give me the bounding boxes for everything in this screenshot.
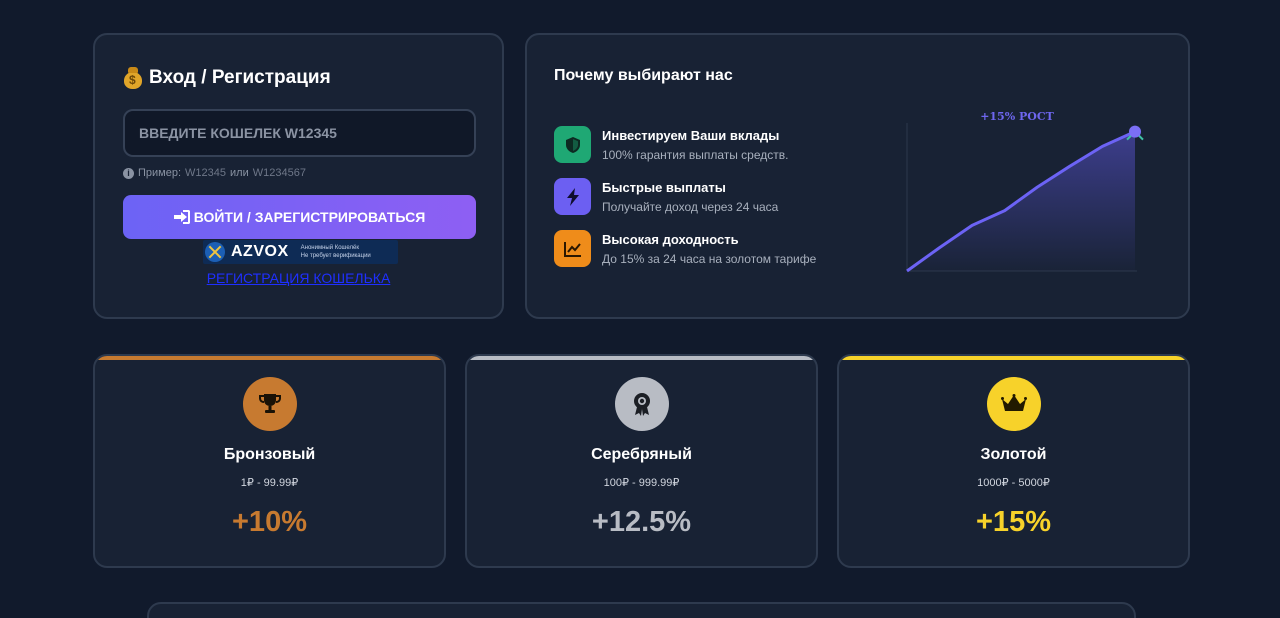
feature-description: До 15% за 24 часа на золотом тарифе [602,252,817,266]
login-card: Вход / Регистрация i Пример: W12345 или … [93,33,504,319]
feature-item: Инвестируем Ваши вклады 100% гарантия вы… [554,126,788,163]
feature-icon-box [554,126,591,163]
feature-description: 100% гарантия выплаты средств. [602,148,789,162]
growth-chart: +15% РОСТ [897,103,1157,283]
tariff-rate: +15% [976,506,1051,538]
feature-item: Высокая доходность До 15% за 24 часа на … [554,230,816,267]
feature-item: Быстрые выплаты Получайте доход через 24… [554,178,778,215]
why-us-title: Почему выбирают нас [554,67,733,84]
input-hint: i Пример: W12345 или W1234567 [123,167,306,179]
tariff-range: 1000₽ - 5000₽ [977,477,1050,489]
login-title: Вход / Регистрация [123,67,331,89]
hint-example-1: W12345 [185,167,227,179]
tariff-accent-bar [95,356,444,360]
chart-label: +15% РОСТ [980,110,1054,123]
feature-title: Инвестируем Ваши вклады [602,128,780,143]
crown-icon [1000,394,1027,411]
tariff-range: 100₽ - 999.99₽ [603,477,680,489]
feature-title: Быстрые выплаты [602,180,726,195]
azvox-banner[interactable]: AZVOX Анонимный Кошелёк Не требует вериф… [203,240,398,264]
hint-example-2: W1234567 [252,167,306,179]
money-bag-icon [123,67,143,89]
azvox-tagline: Анонимный Кошелёк Не требует верификации [301,244,371,260]
hint-prefix: Пример: [138,167,182,179]
chart-area [907,131,1135,271]
tariff-range: 1₽ - 99.99₽ [240,477,299,489]
growth-chart-svg: +15% РОСТ [906,110,1144,273]
tariff-name: Бронзовый [223,446,316,463]
lightning-icon [566,187,579,206]
register-wallet-link[interactable]: РЕГИСТРАЦИЯ КОШЕЛЬКА [95,270,502,286]
chart-line-icon [563,241,581,257]
hint-or: или [230,167,249,179]
feature-description: Получайте доход через 24 часа [602,200,779,214]
wallet-input[interactable] [123,109,476,157]
shield-icon [565,136,580,153]
feature-title: Высокая доходность [602,232,739,247]
tariff-rate: +12.5% [591,506,692,538]
tariff-accent-bar [467,356,816,360]
feature-icon-box [554,230,591,267]
tariff-card-silver[interactable]: Серебряный 100₽ - 999.99₽ +12.5% [465,354,818,568]
feature-icon-box [554,178,591,215]
tariff-icon-circle [614,377,669,431]
azvox-tagline-1: Анонимный Кошелёк [300,245,359,251]
tariff-rate: +10% [232,506,307,538]
tariff-name: Серебряный [591,446,692,463]
tariff-name: Золотой [980,446,1047,463]
login-title-text: Вход / Регистрация [149,67,331,88]
chart-end-point [1129,125,1141,138]
tariff-card-bronze[interactable]: Бронзовый 1₽ - 99.99₽ +10% [93,354,446,568]
tariff-icon-circle [242,377,297,431]
info-icon: i [123,167,134,179]
bottom-card [147,602,1136,618]
login-button-label: ВОЙТИ / ЗАРЕГИСТРИРОВАТЬСЯ [193,209,426,225]
why-us-card: Почему выбирают нас Инвестируем Ваши вкл… [525,33,1190,319]
azvox-tagline-2: Не требует верификации [300,253,371,259]
trophy-icon [258,394,281,413]
medal-icon [633,393,650,416]
azvox-logo-icon [205,242,225,262]
sign-in-icon [173,210,190,224]
tariff-icon-circle [986,377,1041,431]
tariff-card-gold[interactable]: Золотой 1000₽ - 5000₽ +15% [837,354,1190,568]
azvox-brand: AZVOX [231,243,289,260]
login-register-button[interactable]: ВОЙТИ / ЗАРЕГИСТРИРОВАТЬСЯ [123,195,476,239]
tariff-accent-bar [839,356,1188,360]
